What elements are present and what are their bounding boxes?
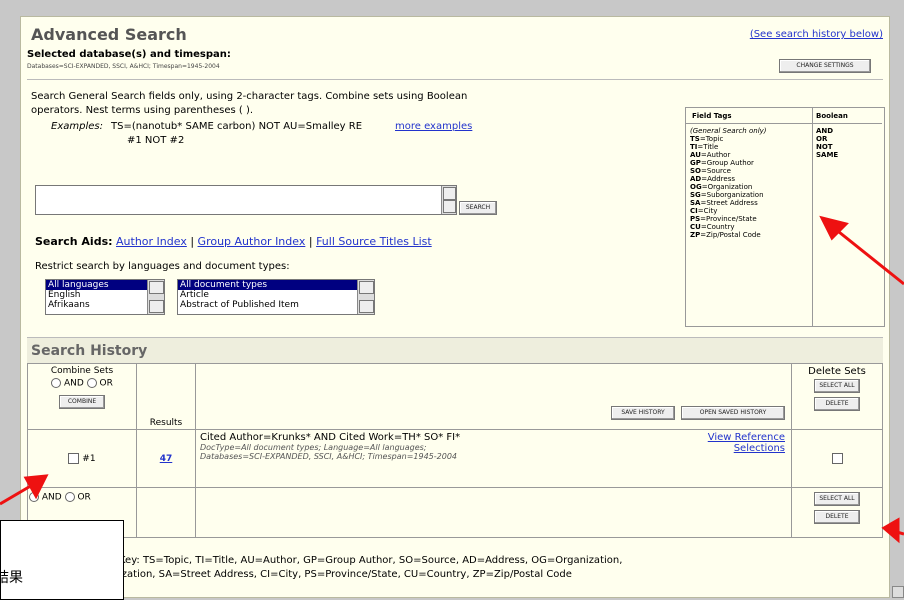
annotation-arrows [0,215,904,544]
arrowhead-icon [23,474,49,500]
red-arrow [0,482,35,506]
arrowhead-icon [881,517,900,544]
red-arrow [833,226,904,286]
